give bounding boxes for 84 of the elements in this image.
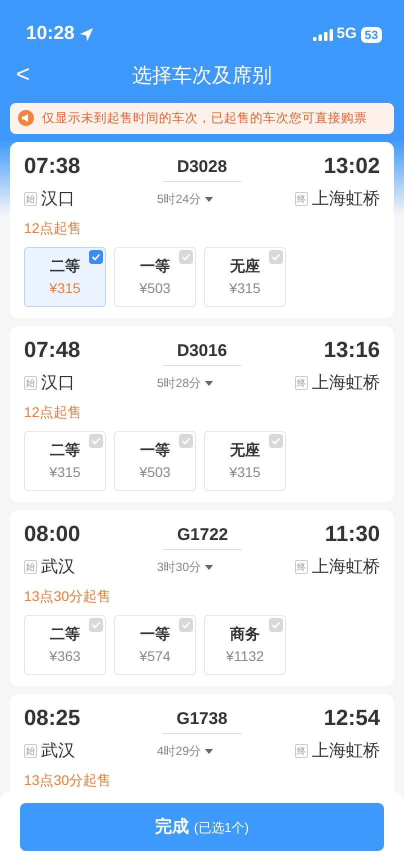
seat-class: 二等 [50, 256, 80, 277]
arrival-time: 13:16 [324, 338, 380, 362]
caret-icon[interactable] [205, 748, 214, 754]
end-tag: 终 [295, 192, 308, 206]
seat-class: 无座 [230, 256, 260, 277]
arrival-time: 12:54 [324, 706, 380, 730]
arrival-station: 上海虹桥 [312, 556, 380, 578]
start-tag: 始 [24, 192, 37, 206]
caret-icon[interactable] [205, 196, 214, 202]
train-number: G1722 [163, 522, 242, 550]
seat-class: 二等 [50, 440, 80, 461]
arrival-time: 13:02 [324, 154, 380, 178]
seat-price: ¥315 [229, 279, 261, 298]
start-tag: 始 [24, 560, 37, 574]
seat-price: ¥315 [49, 463, 81, 482]
departure-time: 08:25 [24, 706, 80, 730]
departure-time: 08:00 [24, 522, 80, 546]
end-tag: 终 [295, 376, 308, 390]
arrival-station: 上海虹桥 [312, 188, 380, 210]
seat-price: ¥574 [139, 647, 171, 666]
caret-icon[interactable] [205, 380, 214, 386]
network-type: 5G [336, 24, 357, 44]
duration: 5时24分 [156, 191, 202, 208]
duration: 4时29分 [156, 743, 202, 760]
seat-option[interactable]: 二等 ¥363 [24, 614, 106, 675]
arrival-station: 上海虹桥 [312, 740, 380, 762]
seat-option[interactable]: 一等 ¥574 [114, 614, 196, 675]
arrival-time: 11:30 [324, 522, 380, 546]
battery-level: 53 [360, 26, 382, 42]
departure-station: 汉口 [41, 188, 75, 210]
checkbox[interactable] [179, 618, 193, 632]
start-tag: 始 [24, 376, 37, 390]
seat-price: ¥1132 [226, 647, 264, 666]
seat-option[interactable]: 二等 ¥315 [24, 246, 106, 307]
caret-icon[interactable] [205, 564, 214, 570]
sale-time: 13点30分起售 [24, 770, 112, 790]
seat-class: 无座 [230, 440, 260, 461]
checkbox[interactable] [269, 250, 283, 264]
seat-class: 二等 [50, 624, 80, 645]
seat-price: ¥315 [49, 279, 81, 298]
train-number: D3028 [162, 154, 242, 182]
end-tag: 终 [295, 744, 308, 758]
seat-price: ¥503 [139, 279, 171, 298]
sale-time: 13点30分起售 [24, 586, 112, 606]
seat-option[interactable]: 商务 ¥1132 [204, 614, 286, 675]
signal-icon [312, 28, 333, 40]
seat-price: ¥315 [229, 463, 261, 482]
arrival-station: 上海虹桥 [312, 372, 380, 394]
duration: 3时30分 [156, 559, 202, 576]
notice-text: 仅显示未到起售时间的车次，已起售的车次您可直接购票 [42, 110, 367, 127]
departure-station: 武汉 [41, 740, 75, 762]
checkbox[interactable] [179, 434, 193, 448]
seat-option[interactable]: 一等 ¥503 [114, 246, 196, 307]
end-tag: 终 [295, 560, 308, 574]
sale-time: 12点起售 [24, 218, 83, 238]
seat-class: 一等 [140, 256, 170, 277]
seat-class: 一等 [140, 624, 170, 645]
page-title: 选择车次及席别 [132, 64, 272, 89]
duration: 5时28分 [156, 375, 202, 392]
seat-price: ¥503 [139, 463, 171, 482]
checkbox[interactable] [269, 434, 283, 448]
checkbox[interactable] [89, 618, 103, 632]
departure-station: 汉口 [41, 372, 75, 394]
departure-time: 07:48 [24, 338, 80, 362]
seat-option[interactable]: 无座 ¥315 [204, 246, 286, 307]
seat-class: 一等 [140, 440, 170, 461]
seat-class: 商务 [230, 624, 260, 645]
train-number: G1738 [162, 706, 242, 734]
checkbox[interactable] [269, 618, 283, 632]
departure-time: 07:38 [24, 154, 80, 178]
megaphone-icon [18, 110, 34, 126]
checkbox[interactable] [89, 250, 103, 264]
checkbox[interactable] [89, 434, 103, 448]
sale-time: 12点起售 [24, 402, 83, 422]
start-tag: 始 [24, 744, 37, 758]
seat-option[interactable]: 一等 ¥503 [114, 430, 196, 491]
checkbox[interactable] [179, 250, 193, 264]
train-number: D3016 [162, 338, 242, 366]
seat-option[interactable]: 二等 ¥315 [24, 430, 106, 491]
departure-station: 武汉 [41, 556, 75, 578]
seat-option[interactable]: 无座 ¥315 [204, 430, 286, 491]
location-arrow-icon [78, 27, 94, 42]
status-time: 10:28 [26, 22, 75, 46]
seat-price: ¥363 [49, 647, 81, 666]
